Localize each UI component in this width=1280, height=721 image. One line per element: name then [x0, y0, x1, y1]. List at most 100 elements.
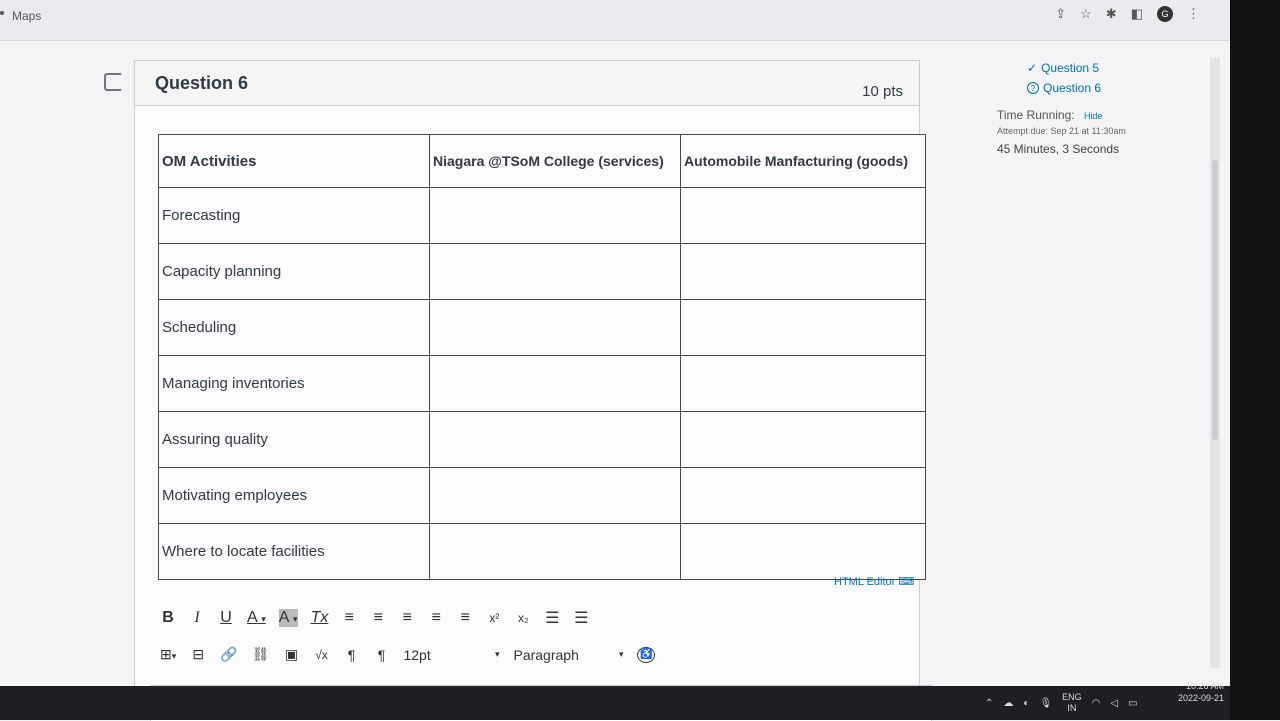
row-label[interactable]: Scheduling	[158, 299, 430, 356]
subscript-button[interactable]: x₂	[515, 611, 531, 625]
quiz-sidebar: ✓ Question 5 ? Question 6 Time Running: …	[997, 58, 1197, 156]
block-format-select[interactable]: Paragraph ▾	[513, 647, 623, 663]
header-om-activities[interactable]: OM Activities	[158, 134, 430, 188]
time-running: Time Running: Hide	[997, 108, 1197, 122]
services-cell[interactable]	[429, 299, 681, 356]
battery-icon[interactable]: ▭	[1128, 698, 1137, 709]
system-tray: ⌃ ☁ ◐ 🎙 ENG IN ◠ ◁ ▭	[985, 692, 1138, 714]
screen-bezel	[1230, 0, 1280, 720]
speaker-icon[interactable]: ◁	[1110, 698, 1118, 709]
unlink-icon[interactable]: ⛓	[252, 646, 270, 663]
html-editor-label: HTML Editor	[834, 576, 896, 588]
header-goods[interactable]: Automobile Manfacturing (goods)	[680, 134, 926, 188]
taskbar-clock[interactable]: 10:26 AM 2022-09-21	[1178, 680, 1224, 704]
question-nav-6[interactable]: ? Question 6	[1027, 78, 1197, 98]
table-icon[interactable]: ⊞▾	[160, 646, 176, 663]
numbered-list-icon[interactable]: ☰	[573, 608, 589, 628]
question-nav-5[interactable]: ✓ Question 5	[1027, 58, 1197, 78]
media-icon[interactable]: ⊟	[190, 646, 206, 663]
font-size-value: 12pt	[403, 646, 431, 663]
attempt-due: Attempt due: Sep 21 at 11:30am	[997, 126, 1126, 136]
language-indicator[interactable]: ENG IN	[1062, 692, 1082, 714]
italic-button[interactable]: I	[189, 609, 205, 627]
chevron-down-icon: ▾	[293, 614, 298, 624]
clear-formatting-button[interactable]: Tx	[311, 609, 329, 627]
unanswered-icon: ?	[1027, 82, 1039, 94]
microphone-icon[interactable]: 🎙	[1039, 698, 1052, 709]
bookmark-maps[interactable]: Maps	[12, 9, 41, 23]
goods-cell[interactable]	[680, 299, 926, 356]
services-cell[interactable]	[429, 355, 681, 412]
hide-timer-link[interactable]: Hide	[1084, 111, 1103, 121]
lang-bottom: IN	[1067, 703, 1077, 713]
ltr-paragraph-icon[interactable]: ¶	[343, 647, 359, 663]
services-cell[interactable]	[429, 523, 681, 580]
services-cell[interactable]	[429, 187, 681, 244]
underline-button[interactable]: U	[218, 609, 234, 627]
browser-toolbar-icons: ⇪ ☆ ✱ ◧ G ⋮	[1055, 6, 1200, 22]
chevron-down-icon: ▾	[171, 651, 177, 661]
goods-cell[interactable]	[680, 243, 926, 300]
text-color-button[interactable]: A ▾	[247, 609, 266, 627]
row-label[interactable]: Capacity planning	[158, 243, 430, 300]
question-nav-label: Question 6	[1043, 81, 1102, 95]
header-services[interactable]: Niagara @TSoM College (services)	[429, 134, 681, 188]
row-label[interactable]: Motivating employees	[158, 467, 430, 524]
image-icon[interactable]: ▣	[283, 646, 299, 663]
table-row: Scheduling	[158, 299, 926, 356]
goods-cell[interactable]	[680, 355, 926, 412]
indent-icon[interactable]: ≡	[457, 609, 473, 627]
goods-cell[interactable]	[680, 467, 926, 524]
services-cell[interactable]	[429, 467, 681, 524]
services-cell[interactable]	[429, 411, 681, 468]
superscript-button[interactable]: x²	[486, 611, 502, 625]
goods-cell[interactable]	[680, 187, 926, 244]
link-icon[interactable]: 🔗	[220, 646, 237, 663]
wifi-icon[interactable]: ◠	[1092, 698, 1101, 709]
row-label[interactable]: Assuring quality	[158, 411, 430, 468]
sidepanel-icon[interactable]: ◧	[1131, 6, 1143, 22]
share-icon[interactable]: ⇪	[1055, 6, 1066, 22]
table-header-row: OM Activities Niagara @TSoM College (ser…	[158, 134, 926, 188]
bookmark-bullet	[0, 11, 4, 15]
bold-button[interactable]: B	[160, 609, 176, 627]
background-color-button[interactable]: A ▾	[278, 609, 298, 627]
profile-avatar[interactable]: G	[1157, 6, 1173, 22]
cloud-icon[interactable]: ☁	[1003, 698, 1013, 709]
chevron-up-icon[interactable]: ⌃	[985, 698, 993, 709]
menu-icon[interactable]: ⋮	[1187, 6, 1200, 22]
app-tray-icon[interactable]: ◐	[1023, 698, 1029, 709]
block-format-value: Paragraph	[513, 646, 579, 663]
star-icon[interactable]: ☆	[1080, 6, 1092, 22]
table-row: Motivating employees	[158, 467, 926, 524]
align-right-icon[interactable]: ≡	[399, 609, 415, 627]
om-activities-table[interactable]: OM Activities Niagara @TSoM College (ser…	[158, 134, 926, 580]
extensions-icon[interactable]: ✱	[1106, 6, 1117, 22]
rtl-paragraph-icon[interactable]: ¶	[373, 647, 389, 663]
row-label[interactable]: Managing inventories	[158, 355, 430, 412]
lang-top: ENG	[1062, 692, 1082, 702]
font-size-select[interactable]: 12pt ▾	[403, 647, 499, 663]
question-header: Question 6 10 pts	[135, 61, 919, 106]
html-editor-link[interactable]: HTML Editor ⌨	[834, 575, 914, 588]
rce-toolbar-formatting: B I U A ▾ A ▾ Tx ≡ ≡ ≡ ≡ ≡ x² x₂ ☰ ☰	[160, 608, 589, 628]
align-center-icon[interactable]: ≡	[370, 609, 386, 627]
question-title: Question 6	[155, 73, 249, 93]
scrollbar-thumb[interactable]	[1212, 160, 1218, 440]
row-label[interactable]: Forecasting	[158, 187, 430, 244]
bullet-list-icon[interactable]: ☰	[544, 608, 560, 628]
outdent-icon[interactable]: ≡	[428, 609, 444, 627]
chevron-down-icon: ▾	[261, 614, 266, 624]
accessibility-icon[interactable]: ♿	[637, 646, 656, 663]
clock-date: 2022-09-21	[1178, 693, 1225, 703]
checkmark-icon: ✓	[1027, 61, 1038, 75]
services-cell[interactable]	[429, 243, 681, 300]
align-left-icon[interactable]: ≡	[341, 609, 357, 627]
table-row: Assuring quality	[158, 411, 926, 468]
goods-cell[interactable]	[680, 523, 926, 580]
table-row: Managing inventories	[158, 355, 926, 412]
row-label[interactable]: Where to locate facilities	[158, 523, 430, 580]
rce-toolbar-insert: ⊞▾ ⊟ 🔗 ⛓ ▣ √x ¶ ¶ 12pt ▾ Paragraph ▾ ♿	[160, 646, 656, 663]
equation-icon[interactable]: √x	[313, 648, 329, 662]
goods-cell[interactable]	[680, 411, 926, 468]
